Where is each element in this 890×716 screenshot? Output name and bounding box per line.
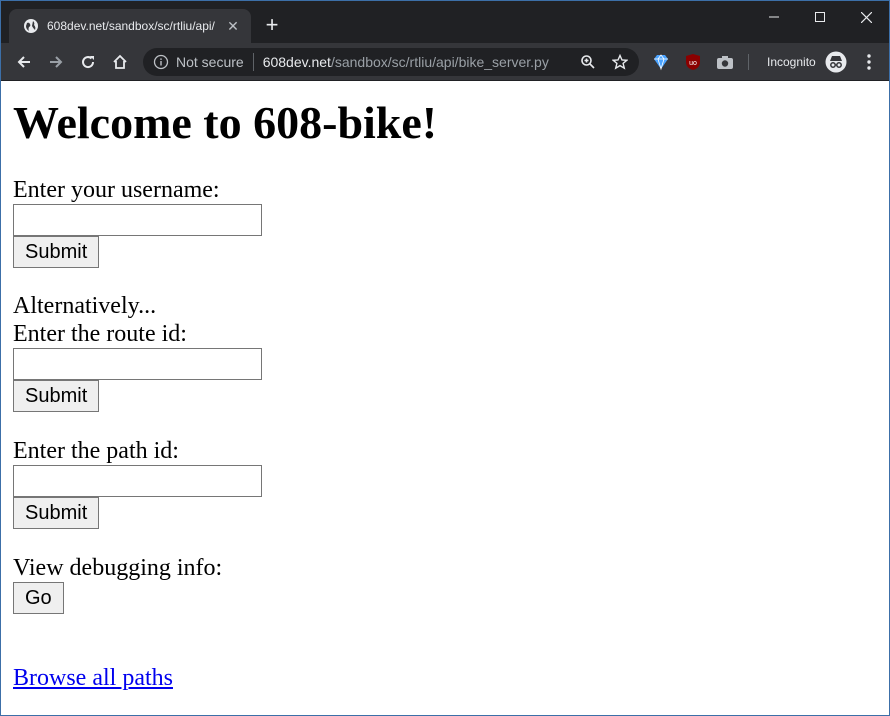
globe-icon [24, 19, 38, 33]
url-host: 608dev.net [262, 54, 331, 70]
info-icon[interactable] [153, 54, 169, 70]
maximize-icon[interactable] [797, 1, 843, 33]
browse-all-paths-link[interactable]: Browse all paths [13, 665, 173, 691]
zoom-icon[interactable] [579, 53, 597, 71]
url-text[interactable]: 608dev.net/sandbox/sc/rtliu/api/bike_ser… [263, 54, 565, 70]
close-icon[interactable]: ✕ [225, 18, 241, 35]
browser-toolbar: Not secure 608dev.net/sandbox/sc/rtliu/a… [1, 43, 889, 81]
menu-icon[interactable] [859, 52, 879, 72]
route-submit-button[interactable]: Submit [13, 380, 100, 412]
debug-label: View debugging info: [13, 555, 223, 581]
new-tab-button[interactable]: + [261, 14, 283, 36]
page-title: Welcome to 608-bike! [13, 97, 438, 148]
home-icon[interactable] [109, 51, 131, 73]
alternatively-text: Alternatively... [13, 293, 157, 319]
star-icon[interactable] [611, 53, 629, 71]
incognito-label: Incognito [767, 55, 816, 69]
tab-title: 608dev.net/sandbox/sc/rtliu/api/ [47, 19, 215, 33]
path-label: Enter the path id: [13, 438, 179, 464]
security-status[interactable]: Not secure [176, 54, 244, 70]
reload-icon[interactable] [77, 51, 99, 73]
minimize-icon[interactable] [751, 1, 797, 33]
tab-strip: 608dev.net/sandbox/sc/rtliu/api/ ✕ + [1, 1, 889, 43]
browser-window: 608dev.net/sandbox/sc/rtliu/api/ ✕ + Not… [0, 0, 890, 716]
browser-tab[interactable]: 608dev.net/sandbox/sc/rtliu/api/ ✕ [9, 9, 251, 43]
window-close-icon[interactable] [843, 1, 889, 33]
url-path: /sandbox/sc/rtliu/api/bike_server.py [330, 54, 549, 70]
debug-go-button[interactable]: Go [13, 582, 64, 614]
omnibox-divider [252, 53, 254, 71]
extension-diamond-icon[interactable] [652, 53, 670, 71]
incognito-icon[interactable] [825, 51, 847, 73]
address-bar[interactable]: Not secure 608dev.net/sandbox/sc/rtliu/a… [143, 48, 639, 76]
route-id-input[interactable] [13, 348, 262, 380]
forward-icon[interactable] [45, 51, 67, 73]
path-submit-button[interactable]: Submit [13, 497, 100, 529]
path-id-input[interactable] [13, 465, 262, 497]
username-input[interactable] [13, 204, 262, 236]
route-label: Enter the route id: [13, 321, 187, 347]
camera-icon[interactable] [716, 53, 734, 71]
back-icon[interactable] [13, 51, 35, 73]
ublock-icon[interactable]: uo [684, 53, 702, 71]
username-label: Enter your username: [13, 177, 220, 203]
svg-text:uo: uo [689, 60, 697, 67]
page-content: Welcome to 608-bike! Enter your username… [1, 82, 889, 715]
toolbar-divider [748, 54, 749, 70]
username-submit-button[interactable]: Submit [13, 236, 100, 268]
